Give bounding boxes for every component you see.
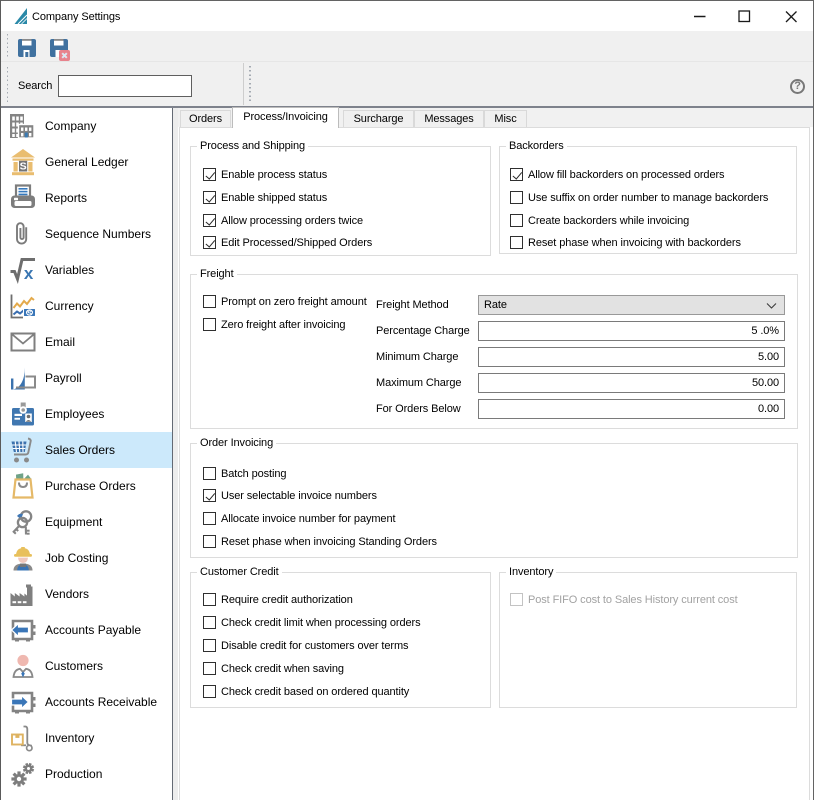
svg-text:x: x	[24, 264, 34, 283]
svg-text:S: S	[27, 308, 32, 317]
svg-text:S: S	[20, 161, 27, 173]
